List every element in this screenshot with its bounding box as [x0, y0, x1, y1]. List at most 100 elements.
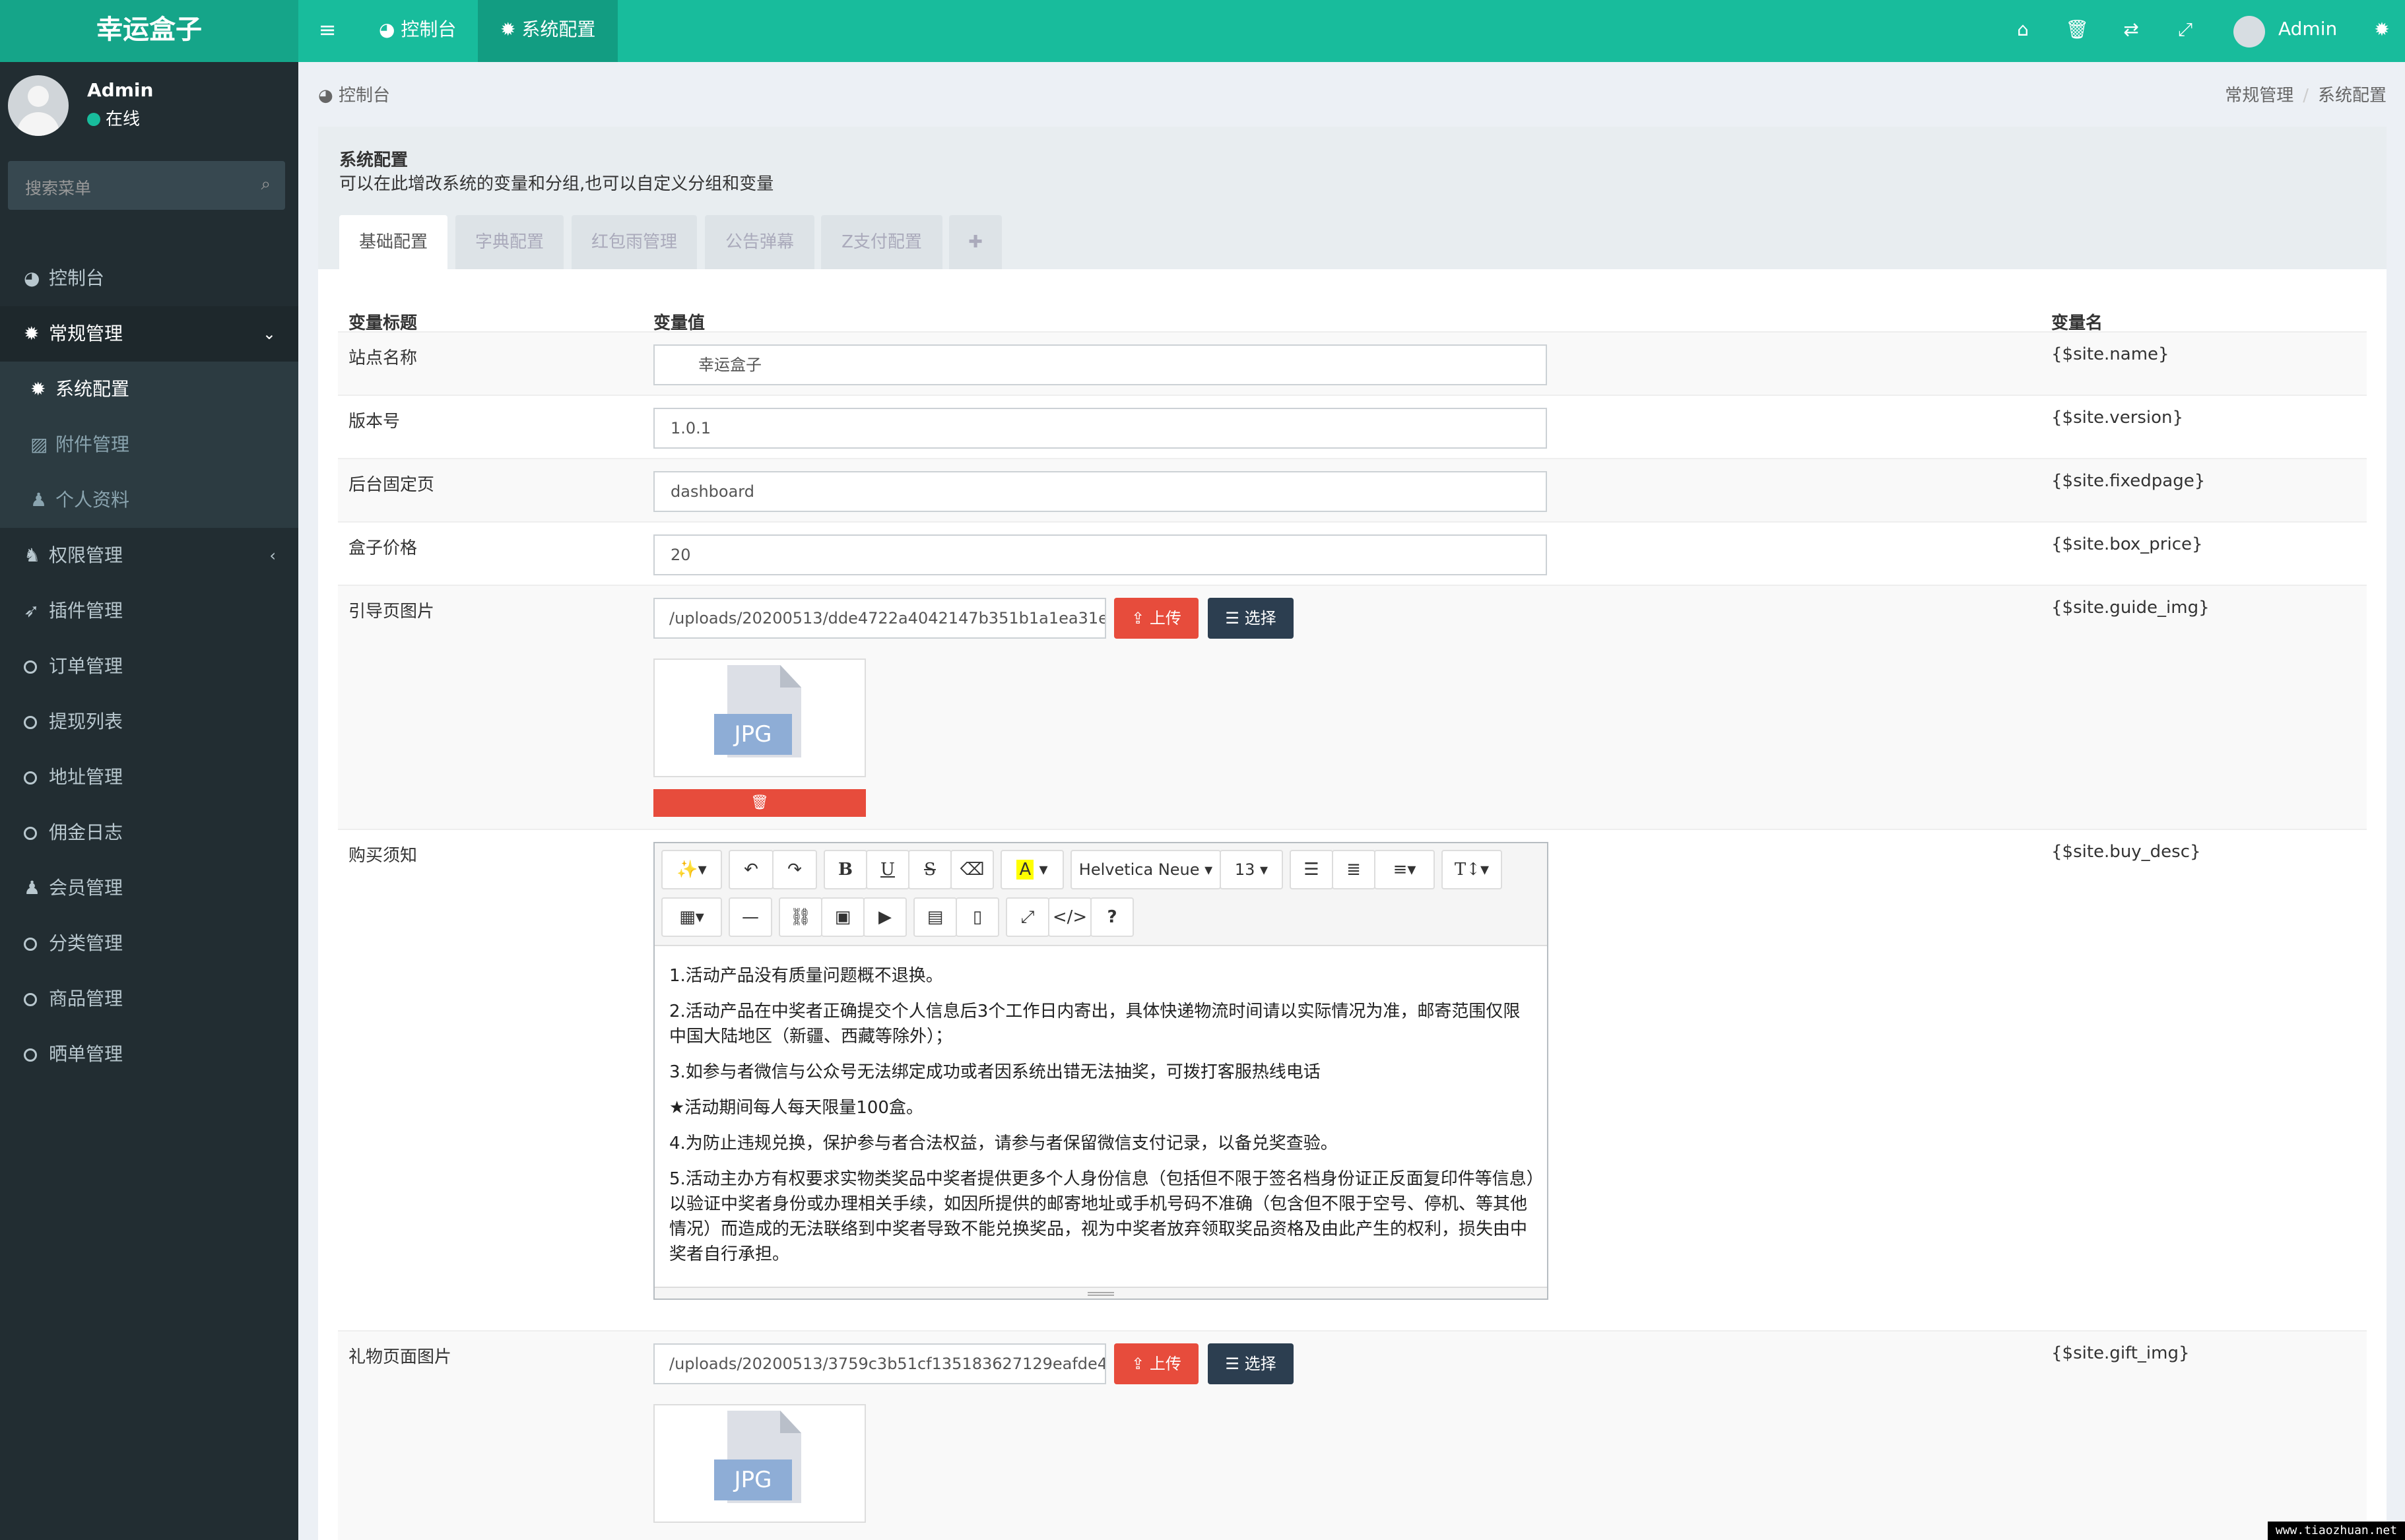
online-status: 在线: [87, 106, 140, 130]
align-icon[interactable]: ≡▾: [1374, 850, 1435, 889]
table-icon[interactable]: ▦▾: [661, 897, 722, 937]
redo-icon[interactable]: ↷: [772, 850, 817, 889]
image-thumbnail[interactable]: JPG: [653, 1404, 866, 1523]
chevron-left-icon: ‹: [269, 546, 276, 565]
box-price-input[interactable]: 20: [653, 534, 1547, 575]
sidebar-item-permissions[interactable]: ♞ 权限管理 ‹: [0, 528, 298, 583]
fullscreen-icon[interactable]: ⤢: [1006, 897, 1049, 937]
help-icon[interactable]: ?: [1090, 897, 1134, 937]
home-icon[interactable]: ⌂: [2000, 0, 2046, 62]
circle-icon: [24, 1048, 37, 1062]
panel-header: 系统配置 可以在此增改系统的变量和分组,也可以自定义分组和变量 基础配置 字典配…: [318, 127, 2387, 269]
sidebar-item-profile[interactable]: ♟ 个人资料: [0, 472, 298, 528]
sidebar-toggle-button[interactable]: ≡: [298, 0, 356, 62]
horizontal-rule-icon[interactable]: —: [729, 897, 772, 937]
eraser-icon[interactable]: ⌫: [950, 850, 994, 889]
image-icon: ▨: [30, 433, 48, 455]
code-view-icon[interactable]: </>: [1048, 897, 1092, 937]
user-panel: Admin 在线: [0, 62, 298, 160]
editor-toolbar: ✨▾ ↶ ↷ B U S ⌫ A ▾ Helvetica Neue ▾ 13 ▾…: [655, 843, 1547, 946]
sidebar-item-categories[interactable]: 分类管理: [0, 916, 298, 971]
group-icon: ♞: [24, 544, 41, 566]
trash-icon[interactable]: 🗑: [2054, 0, 2100, 62]
gift-image-path-input[interactable]: /uploads/20200513/3759c3b51cf13518362712…: [653, 1343, 1106, 1384]
tab-dictionary[interactable]: 字典配置: [455, 215, 564, 269]
magic-style-icon[interactable]: ✨▾: [661, 850, 722, 889]
menu-search-input[interactable]: 搜索菜单 ⌕: [8, 161, 285, 210]
breadcrumb-general[interactable]: 常规管理: [2225, 86, 2293, 106]
list-icon: ☰: [1225, 609, 1245, 627]
dashboard-icon: ◕: [379, 18, 401, 40]
editor-content[interactable]: 1.活动产品没有质量问题概不退换。 2.活动产品在中奖者正确提交个人信息后3个工…: [669, 963, 1535, 1277]
sidebar-item-commission-log[interactable]: 佣金日志: [0, 805, 298, 860]
language-icon[interactable]: ⇄: [2108, 0, 2154, 62]
site-name-input[interactable]: 幸运盒子: [653, 344, 1547, 385]
image-file-icon[interactable]: ▤: [913, 897, 957, 937]
table-row: 购买须知 ✨▾ ↶ ↷ B U S ⌫ A ▾ Helvetica Neue ▾…: [338, 829, 2367, 1330]
video-icon[interactable]: ▶: [863, 897, 907, 937]
version-input[interactable]: 1.0.1: [653, 408, 1547, 449]
sidebar-item-products[interactable]: 商品管理: [0, 971, 298, 1027]
select-button[interactable]: ☰ 选择: [1208, 1343, 1294, 1384]
tab-announcement[interactable]: 公告弹幕: [705, 215, 814, 269]
font-family-select[interactable]: Helvetica Neue ▾: [1071, 850, 1221, 889]
tab-zpay[interactable]: Z支付配置: [821, 215, 942, 269]
add-tab-button[interactable]: ✚: [949, 215, 1002, 269]
line-height-icon[interactable]: T↕▾: [1441, 850, 1502, 889]
delete-image-button[interactable]: 🗑: [653, 789, 866, 817]
settings-icon[interactable]: ✹: [2359, 0, 2405, 62]
table-row: 盒子价格 20 {$site.box_price}: [338, 521, 2367, 585]
bold-icon[interactable]: B: [824, 850, 867, 889]
tab-dashboard[interactable]: ◕ 控制台: [356, 0, 478, 62]
app-logo[interactable]: 幸运盒子: [0, 0, 298, 62]
user-name[interactable]: Admin: [2278, 0, 2337, 58]
text-color-icon[interactable]: A ▾: [1001, 850, 1064, 889]
font-size-select[interactable]: 13 ▾: [1220, 850, 1283, 889]
sidebar-item-members[interactable]: ♟ 会员管理: [0, 860, 298, 916]
circle-icon: [24, 993, 37, 1006]
breadcrumb-system-config: 系统配置: [2317, 86, 2387, 106]
sidebar-item-attachments[interactable]: ▨ 附件管理: [0, 417, 298, 472]
sidebar-item-withdrawals[interactable]: 提现列表: [0, 694, 298, 750]
select-button[interactable]: ☰ 选择: [1208, 598, 1294, 639]
panel-title: 系统配置: [339, 150, 409, 170]
undo-icon[interactable]: ↶: [729, 850, 774, 889]
file-icon[interactable]: ▯: [956, 897, 999, 937]
sidebar-item-orders[interactable]: 订单管理: [0, 639, 298, 694]
user-icon: ♟: [24, 877, 41, 899]
rocket-icon: ➶: [24, 600, 40, 622]
gear-icon: ✹: [30, 378, 46, 400]
ordered-list-icon[interactable]: ≣: [1332, 850, 1375, 889]
upload-button[interactable]: ⇪ 上传: [1114, 1343, 1199, 1384]
search-icon[interactable]: ⌕: [261, 174, 271, 195]
link-icon[interactable]: ⛓: [779, 897, 822, 937]
config-panel: 系统配置 可以在此增改系统的变量和分组,也可以自定义分组和变量 基础配置 字典配…: [318, 127, 2387, 1540]
sidebar-item-plugins[interactable]: ➶ 插件管理: [0, 583, 298, 639]
unordered-list-icon[interactable]: ☰: [1290, 850, 1333, 889]
fixedpage-input[interactable]: dashboard: [653, 471, 1547, 512]
page-title: ◕ 控制台: [318, 86, 390, 106]
image-thumbnail[interactable]: JPG: [653, 658, 866, 777]
strikethrough-icon[interactable]: S: [908, 850, 952, 889]
table-row: 礼物页面图片 /uploads/20200513/3759c3b51cf1351…: [338, 1330, 2367, 1540]
tab-system-config[interactable]: ✹ 系统配置: [478, 0, 618, 62]
rich-text-editor[interactable]: ✨▾ ↶ ↷ B U S ⌫ A ▾ Helvetica Neue ▾ 13 ▾…: [653, 842, 1548, 1300]
picture-icon[interactable]: ▣: [821, 897, 865, 937]
sidebar-user-name: Admin: [87, 79, 154, 101]
user-icon: ♟: [30, 489, 48, 511]
sidebar-item-showcase[interactable]: 晒单管理: [0, 1027, 298, 1082]
user-avatar[interactable]: [2233, 16, 2265, 48]
guide-image-path-input[interactable]: /uploads/20200513/dde4722a4042147b351b1a…: [653, 598, 1106, 639]
underline-icon[interactable]: U: [866, 850, 909, 889]
fullscreen-icon[interactable]: ⤢: [2162, 0, 2208, 62]
sidebar-item-dashboard[interactable]: ◕ 控制台: [0, 251, 298, 306]
sidebar-item-system-config[interactable]: ✹ 系统配置: [0, 362, 298, 417]
sidebar-item-addresses[interactable]: 地址管理: [0, 750, 298, 805]
chevron-down-icon: ⌄: [262, 325, 276, 343]
sidebar-item-general[interactable]: ✹ 常规管理 ⌄: [0, 306, 298, 362]
upload-button[interactable]: ⇪ 上传: [1114, 598, 1199, 639]
tab-redpacket[interactable]: 红包雨管理: [572, 215, 697, 269]
upload-icon: ⇪: [1131, 609, 1150, 627]
editor-resize-handle[interactable]: [655, 1287, 1547, 1299]
tab-basic[interactable]: 基础配置: [339, 215, 447, 269]
